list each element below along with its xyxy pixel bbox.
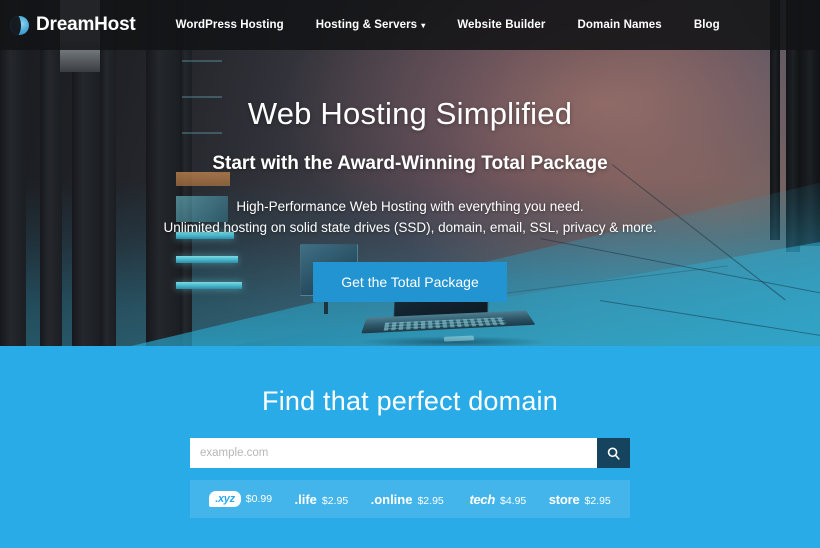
tld-name: .life	[294, 491, 317, 507]
nav-item-label: Domain Names	[577, 19, 662, 31]
dreamhost-logo[interactable]: DreamHost	[10, 14, 136, 36]
top-navigation-bar: DreamHost WordPress Hosting Hosting & Se…	[0, 0, 820, 50]
server-light-strip	[182, 60, 222, 62]
hero-section: DreamHost WordPress Hosting Hosting & Se…	[0, 0, 820, 346]
tld-item-tech[interactable]: .tech $4.95	[466, 492, 526, 507]
hero-cta-wrapper: Get the Total Package	[0, 262, 820, 302]
domain-search-button[interactable]	[597, 438, 630, 468]
hero-copy: Web Hosting Simplified Start with the Aw…	[0, 96, 820, 302]
domain-search-section: Find that perfect domain .xyz $0.99 .lif…	[0, 346, 820, 548]
nav-item-label: Blog	[693, 19, 720, 31]
tld-name: .xyz	[209, 491, 241, 507]
tld-name: .online	[370, 491, 413, 507]
get-total-package-button[interactable]: Get the Total Package	[313, 262, 507, 302]
tld-price: $2.95	[584, 494, 611, 507]
nav-item-wordpress-hosting[interactable]: WordPress Hosting	[160, 19, 300, 31]
domain-search-input[interactable]	[190, 438, 597, 468]
nav-item-blog[interactable]: Blog	[678, 19, 736, 31]
tld-price: $4.95	[500, 494, 527, 507]
nav-item-label: Website Builder	[457, 19, 546, 31]
dreamhost-moon-icon	[10, 15, 29, 35]
hero-body-line-1: High-Performance Web Hosting with everyt…	[236, 199, 584, 214]
search-icon	[607, 446, 620, 460]
tld-item-online[interactable]: .online $2.95	[371, 492, 444, 507]
domain-search-row	[190, 438, 630, 468]
domain-section-title: Find that perfect domain	[262, 386, 558, 416]
tld-name: .tech	[466, 492, 495, 507]
nav-item-hosting-servers[interactable]: Hosting & Servers ▾	[300, 19, 442, 31]
tld-item-life[interactable]: .life $2.95	[294, 492, 348, 507]
nav-item-label: Hosting & Servers	[315, 19, 418, 31]
tld-item-xyz[interactable]: .xyz $0.99	[209, 491, 272, 507]
hero-subheadline: Start with the Award-Winning Total Packa…	[212, 153, 608, 174]
nav-item-label: WordPress Hosting	[175, 19, 284, 31]
tld-price-bar: .xyz $0.99 .life $2.95 .online $2.95 .te…	[190, 480, 630, 518]
tld-name: store	[548, 491, 580, 507]
nav-item-website-builder[interactable]: Website Builder	[441, 19, 561, 31]
nav-item-domain-names[interactable]: Domain Names	[562, 19, 678, 31]
logo-text: DreamHost	[36, 14, 136, 35]
tld-item-store[interactable]: store $2.95	[549, 492, 611, 507]
tld-price: $2.95	[417, 494, 444, 507]
tld-price: $0.99	[245, 493, 273, 505]
nav-items: WordPress Hosting Hosting & Servers ▾ Web…	[160, 19, 736, 31]
tld-price: $2.95	[321, 494, 349, 507]
tld-name-text: tech	[469, 491, 495, 507]
chevron-down-icon: ▾	[421, 21, 426, 30]
hero-body-line-2: Unlimited hosting on solid state drives …	[163, 220, 657, 235]
hero-headline: Web Hosting Simplified	[247, 96, 573, 131]
